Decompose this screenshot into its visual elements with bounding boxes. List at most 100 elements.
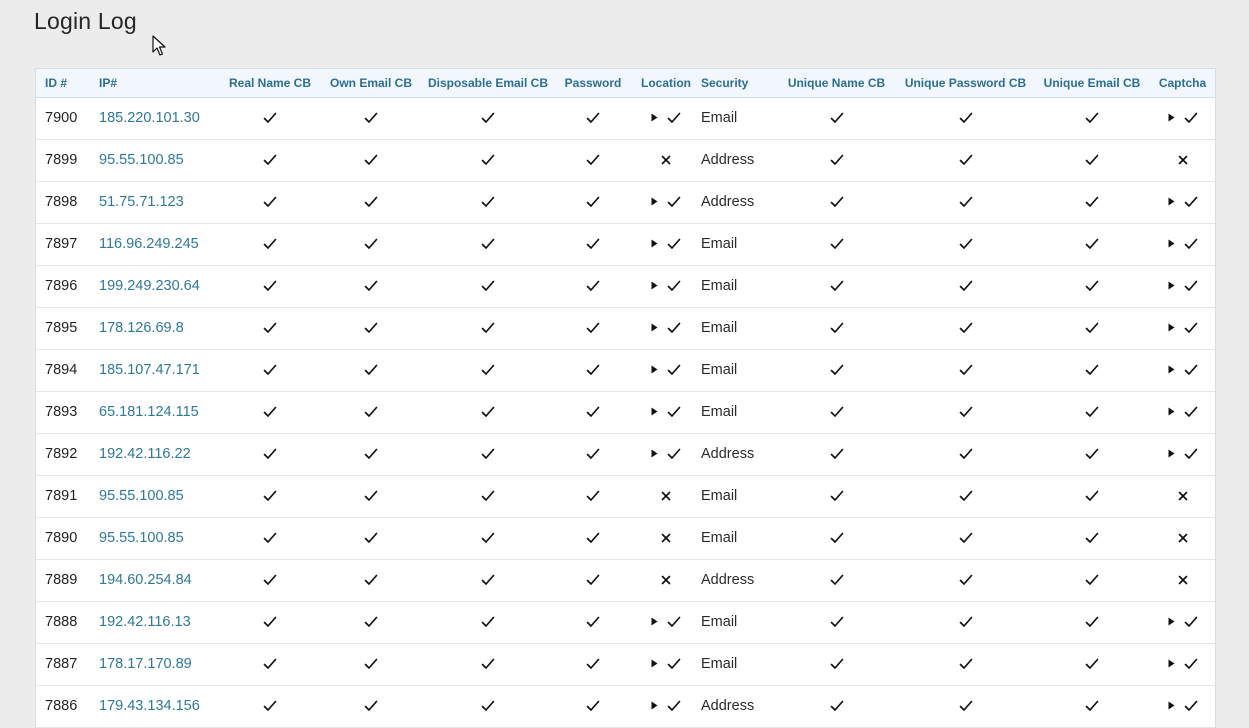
play-icon[interactable] xyxy=(651,407,658,416)
own-email-cb-cell xyxy=(321,223,421,266)
row-ip-link[interactable]: 178.126.69.8 xyxy=(99,307,219,350)
play-icon[interactable] xyxy=(651,449,658,458)
row-ip-link[interactable]: 194.60.254.84 xyxy=(99,559,219,602)
row-ip-link[interactable]: 51.75.71.123 xyxy=(99,181,219,224)
play-icon[interactable] xyxy=(1168,281,1175,290)
row-id: 7888 xyxy=(36,601,99,644)
check-icon xyxy=(1184,238,1197,249)
location-cell xyxy=(631,139,701,182)
table-row: 7891 95.55.100.85 Email xyxy=(36,475,1215,518)
play-icon[interactable] xyxy=(651,281,658,290)
column-header-unique-email-cb[interactable]: Unique Email CB xyxy=(1034,69,1150,98)
check-icon xyxy=(830,364,843,376)
check-icon xyxy=(586,280,600,292)
check-icon xyxy=(263,574,277,586)
row-ip-link[interactable]: 179.43.134.156 xyxy=(99,685,219,728)
row-ip-link[interactable]: 65.181.124.115 xyxy=(99,391,219,434)
play-icon[interactable] xyxy=(1168,113,1175,122)
captcha-cell xyxy=(1150,265,1215,308)
row-ip-link[interactable]: 95.55.100.85 xyxy=(99,139,219,182)
own-email-cb-cell xyxy=(321,181,421,224)
check-icon xyxy=(830,112,843,124)
captcha-pass-group xyxy=(1168,238,1198,250)
captcha-cell xyxy=(1150,433,1215,476)
play-icon[interactable] xyxy=(1168,239,1175,248)
page-title: Login Log xyxy=(34,8,137,34)
play-icon[interactable] xyxy=(651,659,658,668)
check-icon xyxy=(1085,658,1099,670)
column-header-unique-password-cb[interactable]: Unique Password CB xyxy=(897,69,1034,98)
row-id: 7896 xyxy=(36,265,99,308)
column-header-ip[interactable]: IP# xyxy=(99,69,219,98)
check-icon xyxy=(830,490,843,502)
check-icon xyxy=(481,406,495,418)
row-ip-link[interactable]: 192.42.116.22 xyxy=(99,433,219,476)
play-icon[interactable] xyxy=(1168,617,1175,626)
play-icon[interactable] xyxy=(651,365,658,374)
check-icon xyxy=(364,238,378,250)
check-icon xyxy=(586,532,600,544)
column-header-id[interactable]: ID # xyxy=(36,69,99,98)
unique-name-cb-cell xyxy=(776,475,897,518)
location-cell xyxy=(631,265,701,308)
own-email-cb-cell xyxy=(321,97,421,140)
play-icon[interactable] xyxy=(1168,659,1175,668)
column-header-own-email-cb[interactable]: Own Email CB xyxy=(321,69,421,98)
play-icon[interactable] xyxy=(651,113,658,122)
play-icon[interactable] xyxy=(1168,323,1175,332)
column-header-real-name-cb[interactable]: Real Name CB xyxy=(219,69,321,98)
location-cell xyxy=(631,307,701,350)
play-icon[interactable] xyxy=(651,239,658,248)
play-icon[interactable] xyxy=(651,197,658,206)
check-icon xyxy=(364,616,378,628)
unique-email-cb-cell xyxy=(1034,475,1150,518)
check-icon xyxy=(481,154,495,166)
play-icon[interactable] xyxy=(1168,449,1175,458)
unique-email-cb-cell xyxy=(1034,139,1150,182)
column-header-unique-name-cb[interactable]: Unique Name CB xyxy=(776,69,897,98)
row-ip-link[interactable]: 95.55.100.85 xyxy=(99,475,219,518)
real-name-cb-cell xyxy=(219,181,321,224)
password-cell xyxy=(555,643,631,686)
column-header-disposable-email-cb[interactable]: Disposable Email CB xyxy=(421,69,555,98)
column-header-captcha[interactable]: Captcha xyxy=(1150,69,1215,98)
row-ip-link[interactable]: 178.17.170.89 xyxy=(99,643,219,686)
check-icon xyxy=(1184,406,1197,417)
captcha-pass-group xyxy=(1168,448,1198,460)
table-row: 7888 192.42.116.13 Email xyxy=(36,601,1215,644)
row-ip-link[interactable]: 116.96.249.245 xyxy=(99,223,219,266)
column-header-location[interactable]: Location xyxy=(631,69,701,98)
column-header-security[interactable]: Security xyxy=(701,69,776,98)
row-security: Email xyxy=(701,265,776,308)
row-ip-link[interactable]: 185.220.101.30 xyxy=(99,97,219,140)
table-row: 7887 178.17.170.89 Email xyxy=(36,643,1215,686)
row-ip-link[interactable]: 95.55.100.85 xyxy=(99,517,219,560)
play-icon[interactable] xyxy=(651,323,658,332)
disposable-email-cb-cell xyxy=(421,517,555,560)
disposable-email-cb-cell xyxy=(421,559,555,602)
play-icon[interactable] xyxy=(1168,701,1175,710)
unique-password-cb-cell xyxy=(897,181,1034,224)
check-icon xyxy=(364,658,378,670)
row-ip-link[interactable]: 185.107.47.171 xyxy=(99,349,219,392)
play-icon[interactable] xyxy=(1168,407,1175,416)
check-icon xyxy=(481,280,495,292)
play-icon[interactable] xyxy=(651,701,658,710)
play-icon[interactable] xyxy=(1168,365,1175,374)
real-name-cb-cell xyxy=(219,643,321,686)
check-icon xyxy=(959,238,972,250)
play-icon[interactable] xyxy=(1168,197,1175,206)
column-header-password[interactable]: Password xyxy=(555,69,631,98)
location-pass-group xyxy=(651,196,681,208)
row-ip-link[interactable]: 199.249.230.64 xyxy=(99,265,219,308)
check-icon xyxy=(830,196,843,208)
unique-password-cb-cell xyxy=(897,559,1034,602)
row-ip-link[interactable]: 192.42.116.13 xyxy=(99,601,219,644)
check-icon xyxy=(481,532,495,544)
check-icon xyxy=(263,238,277,250)
location-cell xyxy=(631,685,701,728)
cross-icon xyxy=(1178,491,1187,501)
location-pass-group xyxy=(651,448,681,460)
play-icon[interactable] xyxy=(651,617,658,626)
row-id: 7895 xyxy=(36,307,99,350)
